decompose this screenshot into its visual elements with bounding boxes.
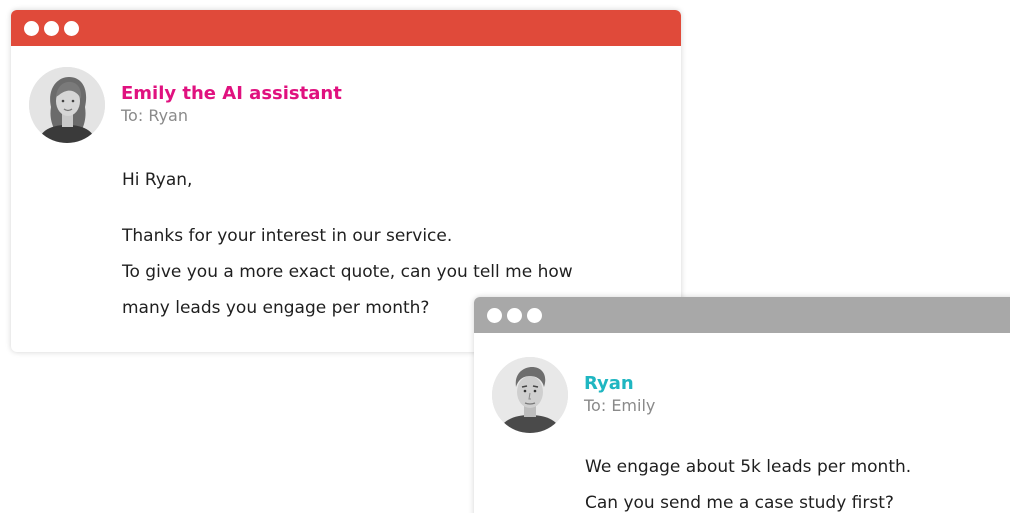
email-header: Emily the AI assistant To: Ryan xyxy=(29,67,342,143)
recipient-line: To: Ryan xyxy=(121,106,188,125)
email-window-ryan: Ryan To: Emily We engage about 5k leads … xyxy=(474,297,1010,513)
email-body-line: To give you a more exact quote, can you … xyxy=(122,262,573,282)
avatar-emily xyxy=(29,67,105,143)
window-dot-icon xyxy=(44,20,59,36)
email-body-line: Thanks for your interest in our service. xyxy=(122,226,453,246)
woman-portrait-icon xyxy=(29,67,105,143)
avatar-ryan xyxy=(492,357,568,433)
sender-name: Emily the AI assistant xyxy=(121,83,342,104)
window-dot-icon xyxy=(507,307,522,323)
sender-meta: Emily the AI assistant To: Ryan xyxy=(121,83,342,127)
email-greeting: Hi Ryan, xyxy=(122,170,193,190)
window-dot-icon xyxy=(487,307,502,323)
window-dot-icon xyxy=(64,20,79,36)
window-titlebar xyxy=(474,297,1010,333)
window-dot-icon xyxy=(24,20,39,36)
window-dot-icon xyxy=(527,307,542,323)
email-body-line: We engage about 5k leads per month. xyxy=(585,457,912,477)
email-exchange-illustration: Emily the AI assistant To: Ryan Hi Ryan,… xyxy=(0,0,1010,513)
recipient-line: To: Emily xyxy=(584,396,656,415)
email-header: Ryan To: Emily xyxy=(492,357,655,433)
sender-name: Ryan xyxy=(584,373,634,394)
email-body: We engage about 5k leads per month. Can … xyxy=(585,449,911,513)
email-body-line: Can you send me a case study first? xyxy=(585,493,894,513)
window-titlebar xyxy=(11,10,681,46)
sender-meta: Ryan To: Emily xyxy=(584,373,655,417)
man-portrait-icon xyxy=(492,357,568,433)
